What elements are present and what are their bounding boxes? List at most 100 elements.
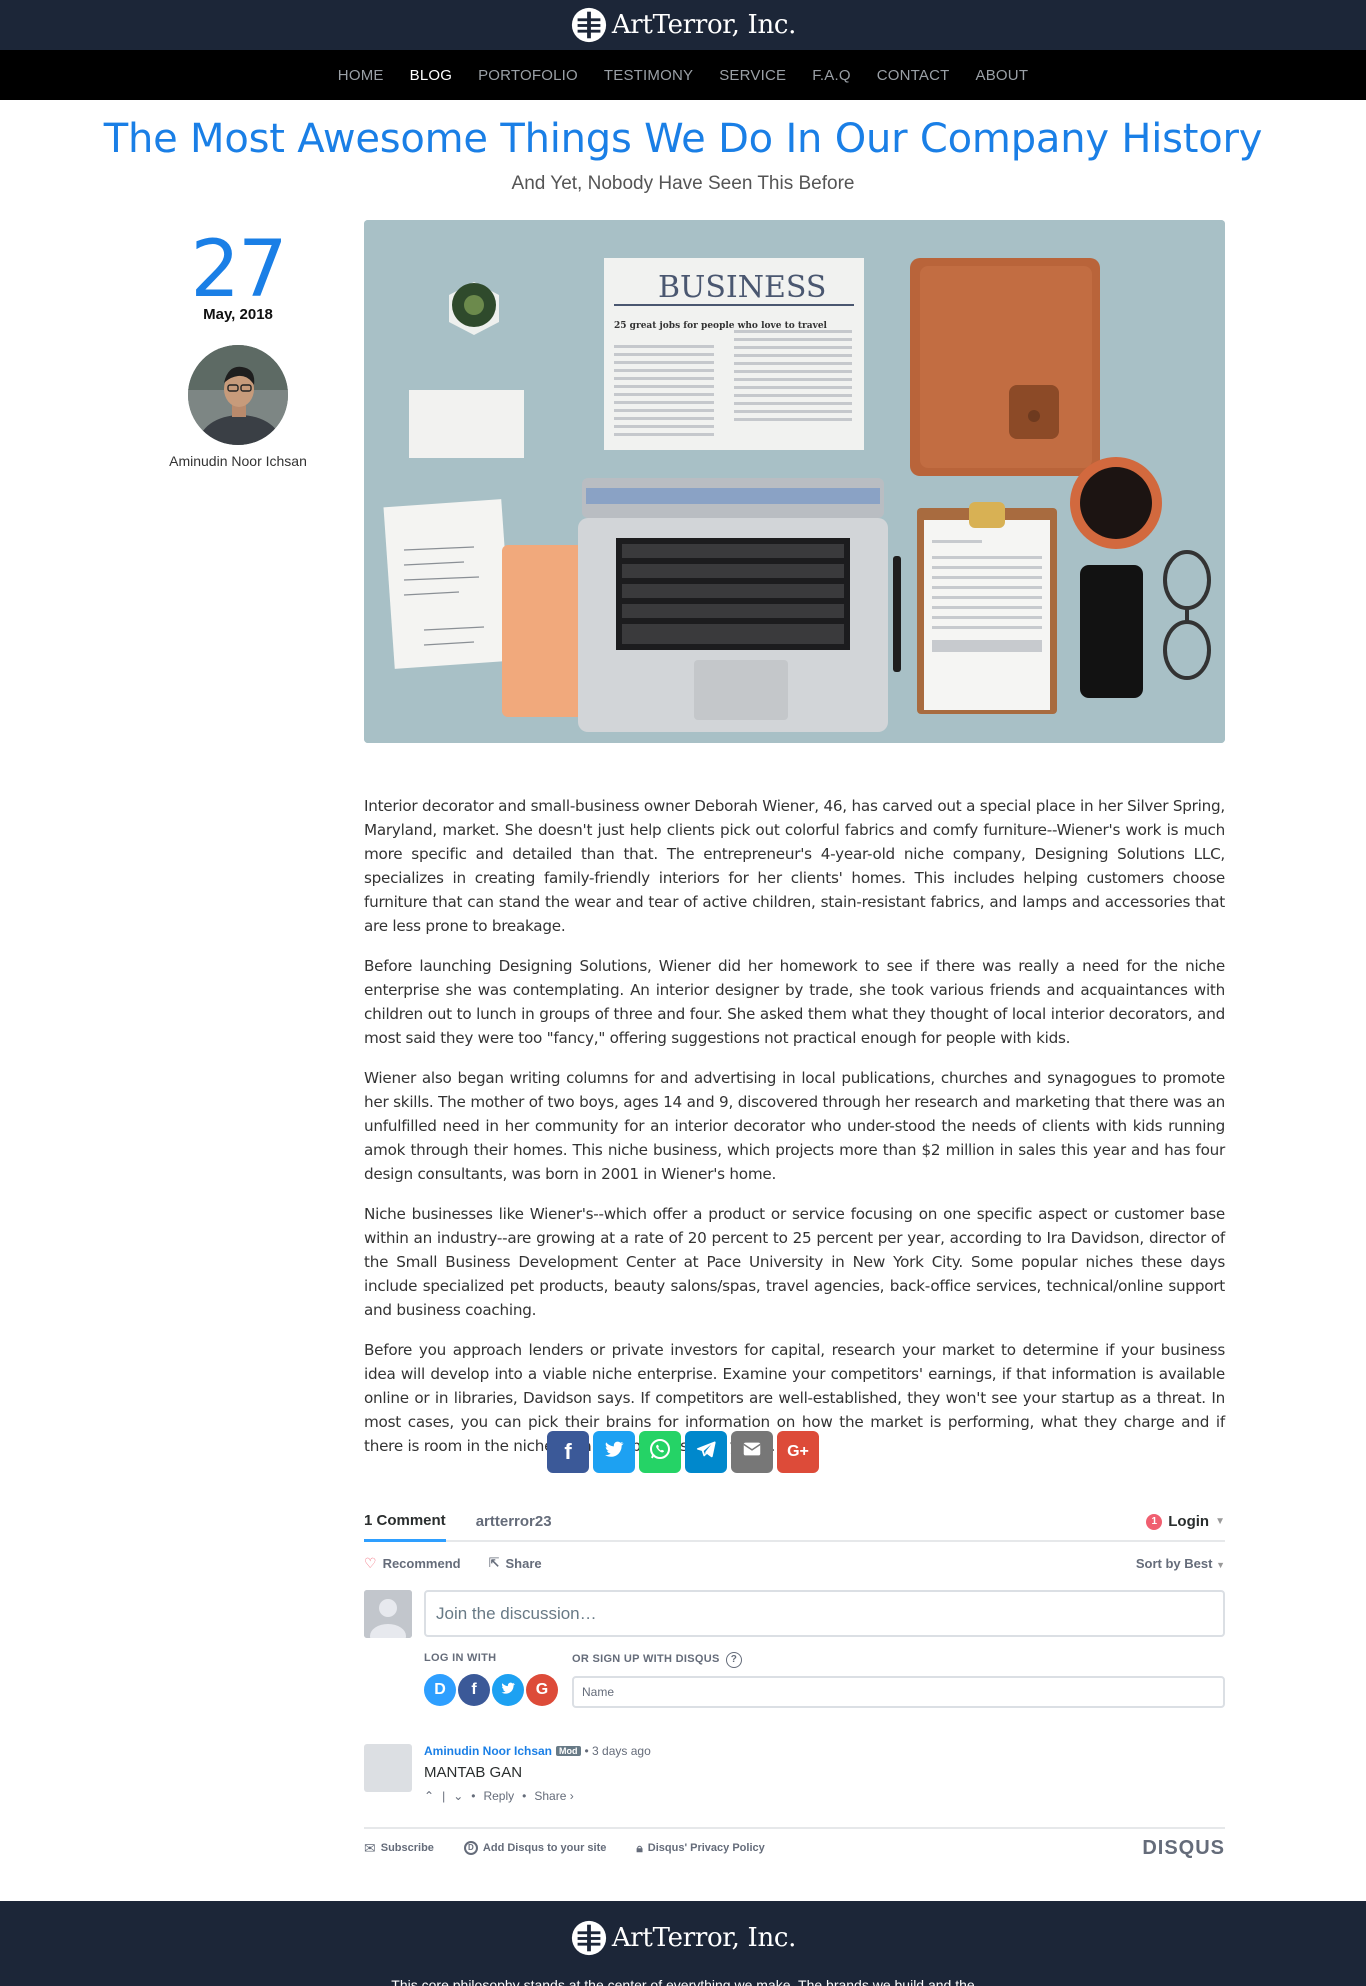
post-body: Interior decorator and small-business ow… bbox=[364, 794, 1225, 1474]
post-title: The Most Awesome Things We Do In Our Com… bbox=[103, 116, 1263, 162]
whatsapp-icon bbox=[648, 1437, 672, 1467]
post-paragraph: Before launching Designing Solutions, Wi… bbox=[364, 957, 1225, 1047]
login-with-label: LOG IN WITH bbox=[424, 1652, 497, 1664]
comment-meta: Aminudin Noor Ichsan Mod • 3 days ago bbox=[424, 1744, 651, 1758]
hero-image: BUSINESS 25 great jobs for people who lo… bbox=[364, 220, 1225, 743]
disqus-login-button[interactable]: D bbox=[424, 1674, 456, 1706]
comment-author[interactable]: Aminudin Noor Ichsan bbox=[424, 1744, 552, 1758]
reply-button[interactable]: Reply bbox=[483, 1789, 514, 1803]
brand-name: ArtTerror, Inc. bbox=[611, 10, 797, 40]
auth-options: LOG IN WITH Df G OR SIGN UP WITH DISQUS ?… bbox=[424, 1652, 1225, 1708]
nav-item-contact[interactable]: CONTACT bbox=[864, 67, 963, 84]
logo-icon bbox=[571, 7, 606, 43]
coffee-cup bbox=[1070, 457, 1162, 549]
facebook-share-button[interactable]: f bbox=[547, 1431, 589, 1473]
twitter-login-button[interactable] bbox=[492, 1674, 524, 1706]
comment-time[interactable]: • 3 days ago bbox=[585, 1744, 651, 1758]
downvote-icon[interactable]: ⌄ bbox=[453, 1789, 463, 1803]
site-footer: ArtTerror, Inc. This core philosophy sta… bbox=[0, 1901, 1366, 1986]
add-disqus-link[interactable]: D Add Disqus to your site bbox=[463, 1841, 606, 1855]
privacy-label: Disqus' Privacy Policy bbox=[647, 1842, 765, 1854]
email-share-button[interactable] bbox=[731, 1431, 773, 1473]
leather-folder bbox=[910, 258, 1100, 476]
comment-actions: ⌃ | ⌄ • Reply • Share › bbox=[424, 1789, 651, 1803]
login-label: Login bbox=[1168, 1513, 1210, 1530]
login-menu[interactable]: 1 Login ▼ bbox=[1146, 1513, 1225, 1530]
post-paragraph: Wiener also began writing columns for an… bbox=[364, 1069, 1225, 1183]
signup-label: OR SIGN UP WITH DISQUS ? bbox=[572, 1652, 1225, 1668]
heart-icon: ♡ bbox=[364, 1554, 377, 1571]
comment-body: Aminudin Noor Ichsan Mod • 3 days ago MA… bbox=[424, 1744, 651, 1803]
newspaper-headline: BUSINESS bbox=[658, 270, 826, 305]
telegram-share-button[interactable] bbox=[685, 1431, 727, 1473]
privacy-link[interactable]: 🔒︎ Disqus' Privacy Policy bbox=[636, 1841, 764, 1856]
nav-item-testimony[interactable]: TESTIMONY bbox=[591, 67, 706, 84]
sort-dropdown[interactable]: Sort by Best ▼ bbox=[1136, 1556, 1225, 1571]
facebook-icon: f bbox=[564, 1439, 572, 1464]
nav-item-service[interactable]: SERVICE bbox=[706, 67, 799, 84]
anonymous-avatar bbox=[364, 1590, 412, 1638]
footer-text: This core philosophy stands at the cente… bbox=[391, 1977, 975, 1986]
comment-compose: Join the discussion… bbox=[364, 1590, 1225, 1638]
share-label: Share bbox=[505, 1555, 542, 1571]
subscribe-link[interactable]: ✉ Subscribe bbox=[364, 1840, 434, 1857]
comment-text: MANTAB GAN bbox=[424, 1764, 523, 1781]
comment-input[interactable]: Join the discussion… bbox=[424, 1590, 1225, 1637]
commenter-avatar[interactable] bbox=[364, 1744, 412, 1792]
footer-logo[interactable]: ArtTerror, Inc. bbox=[0, 1919, 1366, 1957]
social-login-buttons: Df G bbox=[424, 1674, 558, 1706]
handwritten-notes bbox=[383, 499, 513, 669]
name-field[interactable]: Name bbox=[572, 1676, 1225, 1708]
envelope-icon bbox=[741, 1438, 763, 1466]
disqus-logo[interactable]: DISQUS bbox=[1142, 1837, 1225, 1860]
avatar-photo bbox=[188, 345, 288, 445]
googleplus-share-button[interactable]: G+ bbox=[777, 1431, 819, 1473]
share-buttons: f G+ bbox=[0, 1431, 1366, 1473]
nav-item-about[interactable]: ABOUT bbox=[963, 67, 1042, 84]
author-avatar bbox=[188, 345, 288, 445]
disqus-icon: D bbox=[434, 1681, 446, 1698]
login-with: LOG IN WITH Df G bbox=[424, 1652, 558, 1708]
disqus-tabs: 1 Comment artterror23 1 Login ▼ bbox=[364, 1500, 1225, 1542]
invoice-clipboard bbox=[917, 502, 1057, 714]
mod-badge: Mod bbox=[556, 1746, 581, 1756]
google-login-button[interactable]: G bbox=[526, 1674, 558, 1706]
whatsapp-share-button[interactable] bbox=[639, 1431, 681, 1473]
post-author[interactable]: Aminudin Noor Ichsan bbox=[150, 453, 326, 469]
chevron-down-icon: ▼ bbox=[1215, 1516, 1225, 1527]
twitter-icon bbox=[500, 1680, 516, 1701]
footer-brand-name: ArtTerror, Inc. bbox=[611, 1923, 797, 1953]
newspaper: BUSINESS 25 great jobs for people who lo… bbox=[604, 258, 864, 450]
twitter-share-button[interactable] bbox=[593, 1431, 635, 1473]
post-meta: 27 May, 2018 Aminudin Noor Ichsan bbox=[150, 231, 326, 469]
nav-item-f-a-q[interactable]: F.A.Q bbox=[799, 67, 864, 84]
share-icon: ⇱ bbox=[488, 1555, 500, 1570]
brand-bar: ArtTerror, Inc. bbox=[0, 0, 1366, 50]
help-icon[interactable]: ? bbox=[725, 1652, 742, 1668]
facebook-icon: f bbox=[471, 1681, 477, 1698]
nav-item-home[interactable]: HOME bbox=[325, 67, 397, 84]
signup-text: OR SIGN UP WITH DISQUS bbox=[572, 1653, 720, 1665]
tab-comments[interactable]: 1 Comment bbox=[364, 1512, 446, 1542]
signup: OR SIGN UP WITH DISQUS ? Name bbox=[572, 1652, 1225, 1708]
pen bbox=[893, 556, 901, 672]
separator: | bbox=[442, 1789, 446, 1803]
lock-icon: 🔒︎ bbox=[636, 1840, 643, 1855]
comment-share-button[interactable]: Share › bbox=[534, 1789, 573, 1803]
main-nav: HOME BLOG PORTOFOLIO TESTIMONY SERVICE F.A.Q C… bbox=[0, 50, 1366, 100]
nav-item-portofolio[interactable]: PORTOFOLIO bbox=[465, 67, 591, 84]
upvote-icon[interactable]: ⌃ bbox=[424, 1789, 434, 1803]
recommend-button[interactable]: ♡ Recommend bbox=[364, 1555, 461, 1572]
newspaper-subhead: 25 great jobs for people who love to tra… bbox=[614, 321, 828, 331]
facebook-login-button[interactable]: f bbox=[458, 1674, 490, 1706]
user-icon bbox=[364, 1590, 412, 1638]
post-paragraph: Niche businesses like Wiener's--which of… bbox=[364, 1205, 1225, 1319]
nav-item-blog[interactable]: BLOG bbox=[397, 67, 465, 84]
brand-logo[interactable]: ArtTerror, Inc. bbox=[570, 6, 796, 44]
comment-item: Aminudin Noor Ichsan Mod • 3 days ago MA… bbox=[364, 1744, 1225, 1803]
disqus-icon: D bbox=[463, 1841, 478, 1855]
separator: • bbox=[471, 1789, 476, 1803]
tab-site[interactable]: artterror23 bbox=[476, 1513, 552, 1540]
disqus-actions: ♡ Recommend ⇱ Share Sort by Best ▼ bbox=[364, 1542, 1225, 1584]
share-thread-button[interactable]: ⇱ Share bbox=[489, 1555, 542, 1571]
